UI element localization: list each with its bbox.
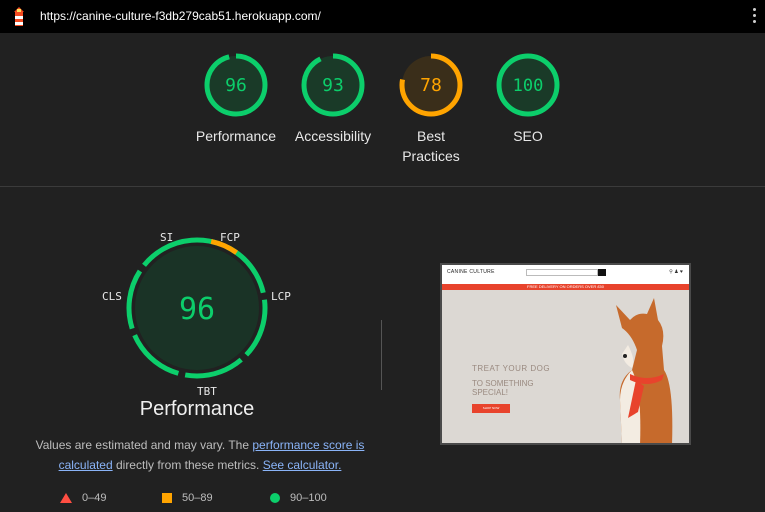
gauge-seo[interactable]: 100 SEO bbox=[478, 52, 578, 146]
page-screenshot-thumbnail[interactable]: CANINE CULTURE ⚲ ♟ ♥ FREE DELIVERY ON OR… bbox=[440, 263, 691, 445]
dog-image bbox=[616, 298, 673, 443]
performance-label: Performance bbox=[195, 128, 277, 144]
big-performance-score: 96 bbox=[179, 292, 215, 327]
square-icon bbox=[162, 493, 172, 503]
legend-pass: 90–100 bbox=[270, 492, 327, 504]
performance-score: 96 bbox=[225, 75, 247, 96]
preview-navbar: CANINE CULTURE ⚲ ♟ ♥ bbox=[442, 265, 689, 279]
metric-lcp[interactable]: LCP bbox=[271, 290, 291, 303]
preview-search-button bbox=[598, 269, 606, 276]
metric-si[interactable]: SI bbox=[160, 231, 173, 244]
top-bar: https://canine-culture-f3db279cab51.hero… bbox=[0, 0, 765, 33]
legend-pass-label: 90–100 bbox=[290, 492, 327, 504]
accessibility-gauge: 93 bbox=[301, 53, 365, 117]
best-practices-score: 78 bbox=[420, 75, 442, 96]
performance-gauge: 96 bbox=[204, 53, 268, 117]
preview-hero-line-1: TREAT YOUR DOG bbox=[472, 364, 551, 373]
vertical-divider bbox=[381, 320, 382, 390]
preview-brand: CANINE CULTURE bbox=[447, 269, 495, 275]
circle-icon bbox=[270, 493, 280, 503]
preview-hero-line-3: SPECIAL! bbox=[472, 388, 509, 397]
section-divider bbox=[0, 186, 765, 187]
disclaimer-text-2: directly from these metrics. bbox=[112, 458, 263, 472]
lighthouse-icon bbox=[14, 7, 24, 26]
disclaimer: Values are estimated and may vary. The p… bbox=[30, 435, 370, 475]
accessibility-score: 93 bbox=[322, 75, 344, 96]
seo-label: SEO bbox=[513, 128, 543, 144]
more-options-icon[interactable] bbox=[751, 8, 757, 26]
disclaimer-text-1: Values are estimated and may vary. The bbox=[35, 438, 253, 452]
preview-icons: ⚲ ♟ ♥ bbox=[669, 269, 683, 275]
legend-fail-label: 0–49 bbox=[82, 492, 107, 504]
preview-hero-lines: TO SOMETHING SPECIAL! bbox=[472, 379, 534, 397]
metric-cls[interactable]: CLS bbox=[102, 290, 122, 303]
page-url[interactable]: https://canine-culture-f3db279cab51.hero… bbox=[40, 9, 321, 23]
seo-score: 100 bbox=[513, 76, 544, 96]
gauge-accessibility[interactable]: 93 Accessibility bbox=[283, 52, 383, 146]
best-practices-label: Best Practices bbox=[402, 128, 460, 164]
preview-hero-line-2: TO SOMETHING bbox=[472, 379, 534, 388]
seo-gauge: 100 bbox=[496, 53, 560, 117]
performance-metrics-gauge: 96 bbox=[126, 237, 268, 379]
preview-cta-button: SHOP NOW bbox=[472, 404, 510, 413]
preview-search bbox=[526, 269, 598, 276]
triangle-icon bbox=[60, 493, 72, 503]
performance-title: Performance bbox=[139, 398, 255, 420]
see-calculator-link[interactable]: See calculator. bbox=[263, 458, 342, 472]
metric-tbt[interactable]: TBT bbox=[197, 385, 217, 398]
gauge-performance[interactable]: 96 Performance bbox=[186, 52, 286, 146]
legend-average: 50–89 bbox=[162, 492, 213, 504]
legend-average-label: 50–89 bbox=[182, 492, 213, 504]
accessibility-label: Accessibility bbox=[294, 128, 372, 144]
gauge-best-practices[interactable]: 78 Best Practices bbox=[381, 52, 481, 166]
metric-fcp[interactable]: FCP bbox=[220, 231, 240, 244]
preview-hero: TREAT YOUR DOG TO SOMETHING SPECIAL! SHO… bbox=[442, 290, 689, 443]
legend-fail: 0–49 bbox=[60, 492, 106, 504]
best-practices-gauge: 78 bbox=[399, 53, 463, 117]
